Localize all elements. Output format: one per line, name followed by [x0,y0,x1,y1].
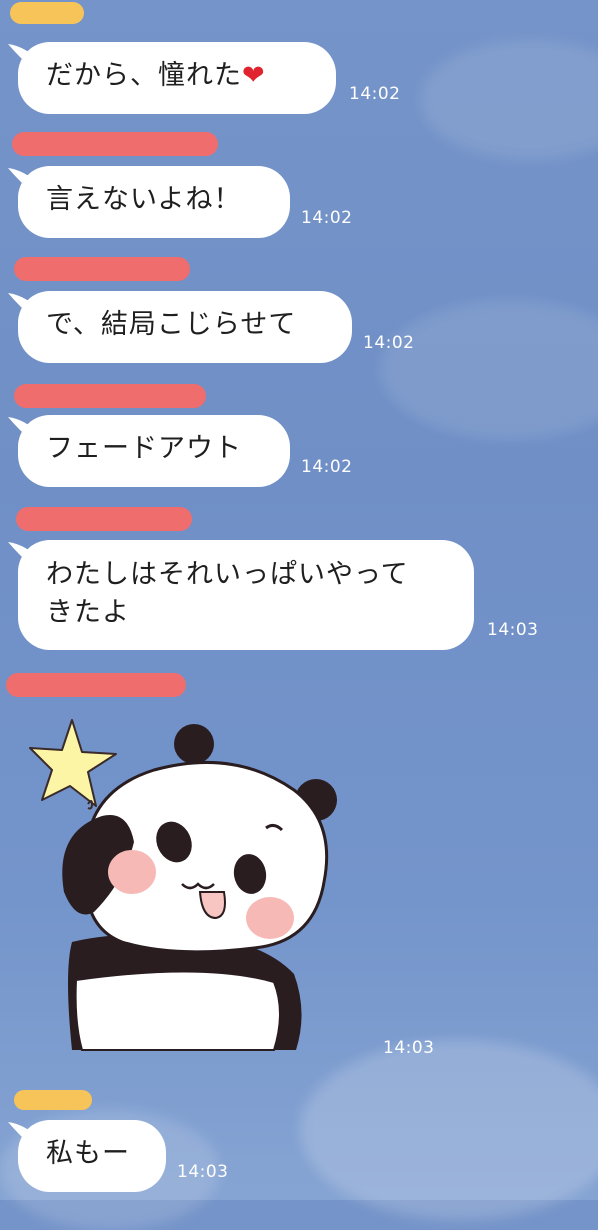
message-bubble[interactable]: フェードアウト [18,415,290,487]
star-icon [29,719,117,807]
message-text: 私もー [46,1138,130,1169]
sender-name-redacted [14,257,190,281]
message-bubble[interactable]: わたしはそれいっぱいやって きたよ [18,540,474,650]
message-timestamp: 14:03 [487,620,539,640]
message-timestamp: 14:02 [301,208,353,228]
message-text-line: わたしはそれいっぱいやって [46,559,409,590]
heart-emoji-icon: ❤ [242,60,266,91]
message-bubble[interactable]: で、結局こじらせて [18,291,352,363]
message-timestamp: 14:02 [363,333,415,353]
message-timestamp: 14:02 [349,84,401,104]
message-bubble[interactable]: 私もー [18,1120,166,1192]
message-text: だから、憧れた [46,60,242,91]
message-text: で、結局こじらせて [46,309,297,340]
sender-name-redacted [16,507,192,531]
message-timestamp: 14:02 [301,457,353,477]
sender-name-redacted [14,1090,92,1110]
message-bubble[interactable]: 言えないよね！ [18,166,290,238]
message-timestamp: 14:03 [383,1038,435,1058]
sender-name-redacted [12,132,218,156]
message-text: 言えないよね！ [46,184,242,215]
message-bubble[interactable]: だから、憧れた❤ [18,42,336,114]
message-text: フェードアウト [46,433,242,464]
sender-name-redacted [14,384,206,408]
panda-sticker[interactable] [24,712,344,1057]
sender-name-redacted [10,2,84,24]
message-text-line: きたよ [46,597,130,628]
sender-name-redacted [6,673,186,697]
message-timestamp: 14:03 [177,1162,229,1182]
